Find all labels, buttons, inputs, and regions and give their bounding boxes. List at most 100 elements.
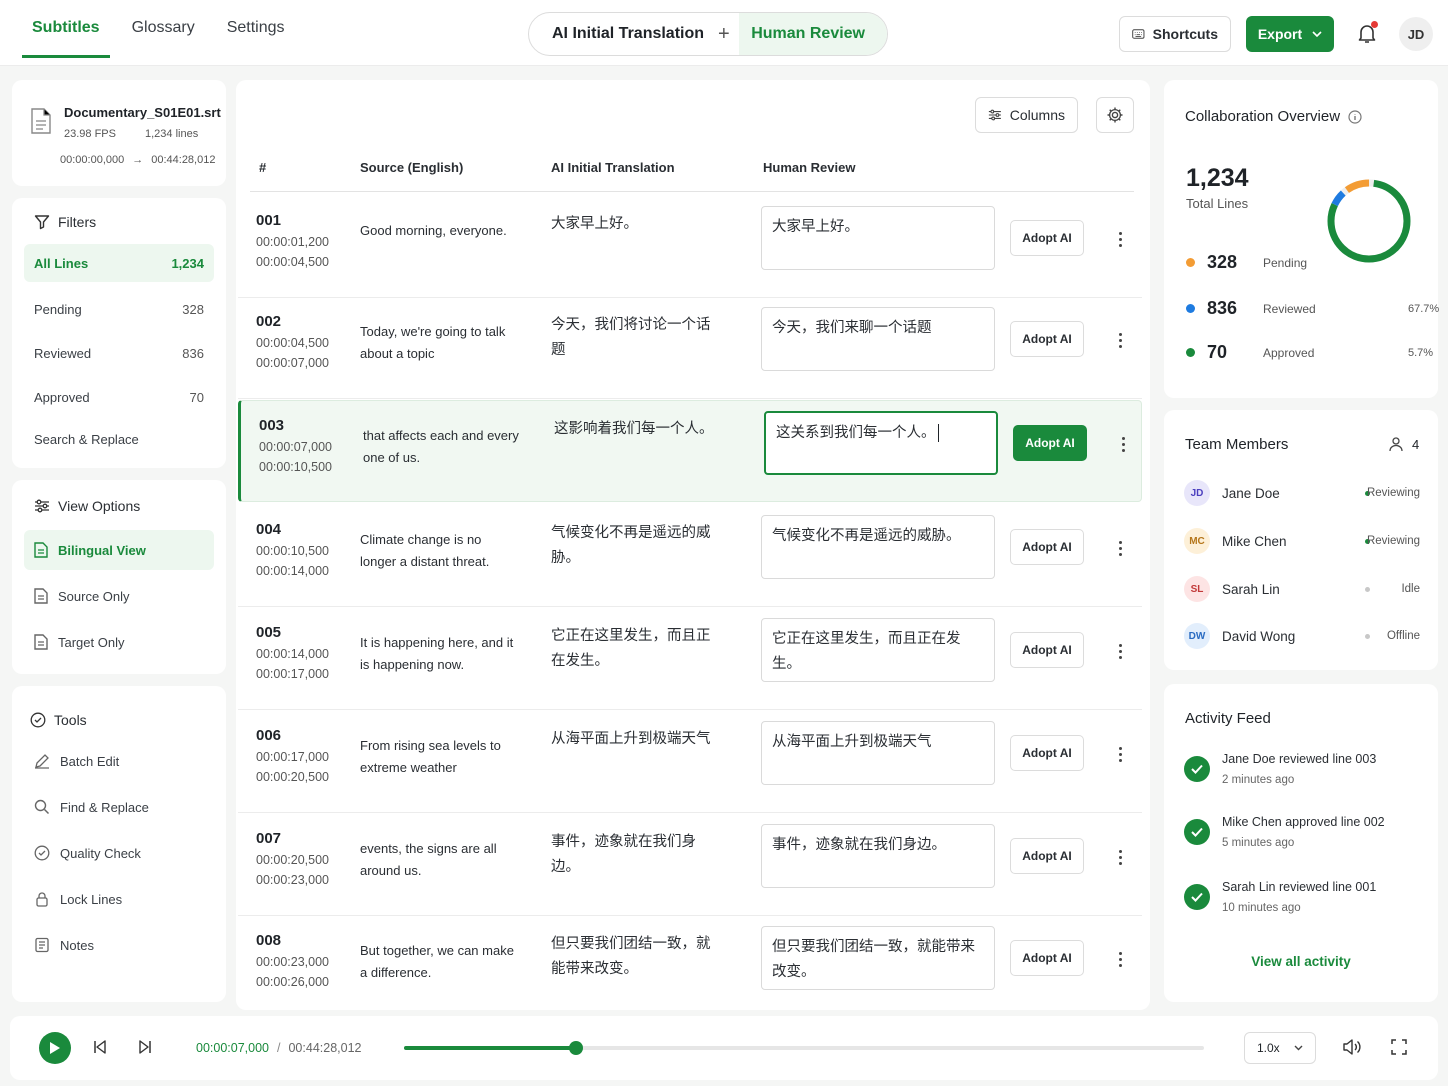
filter-all-lines[interactable]: All Lines 1,234	[24, 244, 214, 282]
overview-header: Collaboration Overview	[1185, 108, 1362, 125]
filter-approved[interactable]: Approved 70	[24, 378, 214, 416]
end-time: 00:00:10,500	[259, 460, 332, 474]
table-settings-button[interactable]	[1096, 97, 1134, 133]
table-row[interactable]: 006 00:00:17,000 00:00:20,500 From rising s…	[238, 711, 1142, 813]
avatar: DW	[1184, 623, 1210, 649]
table-row[interactable]: 007 00:00:20,500 00:00:23,000 events, the s…	[238, 814, 1142, 916]
filter-reviewed[interactable]: Reviewed 836	[24, 334, 214, 372]
human-review-input[interactable]: 今天，我们来聊一个话题	[761, 307, 995, 371]
tool-label: Batch Edit	[60, 753, 120, 769]
human-review-input[interactable]: 大家早上好。	[761, 206, 995, 270]
user-avatar[interactable]: JD	[1399, 17, 1433, 51]
human-review-input[interactable]: 气候变化不再是遥远的威胁。	[761, 515, 995, 579]
human-review-input[interactable]: 这关系到我们每一个人。	[764, 411, 998, 475]
table-row[interactable]: 002 00:00:04,500 00:00:07,000 Today, we're …	[238, 297, 1142, 399]
filter-icon	[34, 215, 50, 230]
more-options-button[interactable]	[1110, 845, 1130, 869]
avatar: MC	[1184, 528, 1210, 554]
current-time: 00:00:07,000	[196, 1041, 269, 1055]
table-row[interactable]: 004 00:00:10,500 00:00:14,000 Climate chang…	[238, 505, 1142, 607]
stat-reviewed: 836 Reviewed 67.7%	[1186, 298, 1439, 319]
ai-translation-text: 这影响着我们每一个人。	[554, 421, 714, 437]
approved-dot	[1186, 348, 1195, 357]
tool-notes[interactable]: Notes	[24, 926, 214, 964]
info-icon[interactable]	[1348, 109, 1362, 124]
tool-find-replace[interactable]: Find & Replace	[24, 788, 214, 826]
more-options-button[interactable]	[1110, 536, 1130, 560]
reviewed-dot	[1186, 304, 1195, 313]
more-options-button[interactable]	[1110, 742, 1130, 766]
human-review-input[interactable]: 事件，迹象就在我们身边。	[761, 824, 995, 888]
member-name: Mike Chen	[1222, 533, 1287, 549]
tab-glossary[interactable]: Glossary	[122, 0, 205, 58]
progress-track[interactable]	[404, 1041, 1204, 1055]
table-row[interactable]: 001 00:00:01,200 00:00:04,500 Good morning,…	[238, 196, 1142, 298]
source-text: events, the signs are all around us.	[360, 841, 497, 878]
progress-handle[interactable]	[569, 1041, 583, 1055]
team-member[interactable]: MC Mike Chen Reviewing	[1184, 526, 1420, 556]
more-options-button[interactable]	[1110, 947, 1130, 971]
team-member[interactable]: SL Sarah Lin Idle	[1184, 574, 1420, 604]
mode-human-review[interactable]: Human Review	[739, 13, 887, 55]
play-button[interactable]	[39, 1032, 71, 1064]
table-row[interactable]: 003 00:00:07,000 00:00:10,500 that affects …	[238, 400, 1142, 502]
previous-button[interactable]	[93, 1040, 107, 1057]
adopt-ai-button[interactable]: Adopt AI	[1010, 220, 1084, 256]
columns-button[interactable]: Columns	[975, 97, 1078, 133]
table-row[interactable]: 008 00:00:23,000 00:00:26,000 But together,…	[238, 916, 1142, 1018]
more-options-button[interactable]	[1110, 227, 1130, 251]
source-text: that affects each and every one of us.	[363, 428, 519, 465]
speed-select[interactable]: 1.0x	[1244, 1032, 1316, 1064]
adopt-ai-button[interactable]: Adopt AI	[1010, 940, 1084, 976]
view-target-only[interactable]: Target Only	[24, 623, 214, 661]
tool-quality-check[interactable]: Quality Check	[24, 834, 214, 872]
adopt-ai-button[interactable]: Adopt AI	[1010, 321, 1084, 357]
team-member[interactable]: JD Jane Doe Reviewing	[1184, 478, 1420, 508]
adopt-ai-button[interactable]: Adopt AI	[1010, 529, 1084, 565]
adopt-ai-button[interactable]: Adopt AI	[1010, 735, 1084, 771]
collaboration-overview-card: Collaboration Overview 1,234 Total Lines…	[1164, 80, 1439, 398]
adopt-ai-button[interactable]: Adopt AI	[1010, 632, 1084, 668]
human-review-input[interactable]: 但只要我们团结一致，就能带来改变。	[761, 926, 995, 990]
status-dot	[1365, 586, 1370, 592]
notification-button[interactable]	[1355, 21, 1379, 45]
tab-settings[interactable]: Settings	[217, 0, 295, 58]
next-button[interactable]	[138, 1040, 152, 1057]
adopt-ai-button[interactable]: Adopt AI	[1013, 425, 1087, 461]
more-vertical-icon	[1118, 758, 1122, 762]
view-source-only[interactable]: Source Only	[24, 577, 214, 615]
human-review-input[interactable]: 它正在这里发生，而且正在发生。	[761, 618, 995, 682]
shortcuts-button[interactable]: Shortcuts	[1119, 16, 1231, 52]
line-number: 004	[256, 521, 282, 538]
volume-button[interactable]	[1342, 1038, 1362, 1059]
view-bilingual[interactable]: Bilingual View	[24, 530, 214, 570]
document-icon	[34, 634, 48, 650]
tools-card: Tools Batch Edit Find & Replace Quality …	[12, 686, 226, 1002]
table-row[interactable]: 005 00:00:14,000 00:00:17,000 It is happeni…	[238, 608, 1142, 710]
adopt-ai-button[interactable]: Adopt AI	[1010, 838, 1084, 874]
mode-ai-initial[interactable]: AI Initial Translation	[529, 13, 716, 55]
avatar: JD	[1184, 480, 1210, 506]
view-all-activity-link[interactable]: View all activity	[1164, 954, 1438, 969]
team-count-value: 4	[1412, 436, 1420, 452]
more-options-button[interactable]	[1113, 432, 1133, 456]
more-options-button[interactable]	[1110, 328, 1130, 352]
tool-batch-edit[interactable]: Batch Edit	[24, 742, 214, 780]
more-options-button[interactable]	[1110, 639, 1130, 663]
more-vertical-icon	[1118, 746, 1122, 750]
tab-subtitles[interactable]: Subtitles	[22, 0, 110, 58]
column-header-ai: AI Initial Translation	[551, 160, 675, 175]
filter-label: Approved	[34, 389, 90, 405]
line-number: 002	[256, 313, 282, 330]
human-review-input[interactable]: 从海平面上升到极端天气	[761, 721, 995, 785]
team-member[interactable]: DW David Wong Offline	[1184, 621, 1420, 651]
notes-icon	[35, 937, 49, 953]
end-time: 00:00:23,000	[256, 873, 329, 887]
tool-lock-lines[interactable]: Lock Lines	[24, 880, 214, 918]
member-status: Offline	[1386, 630, 1420, 642]
filter-search-replace[interactable]: Search & Replace	[24, 420, 214, 458]
team-count: 4	[1388, 436, 1419, 452]
export-button[interactable]: Export	[1246, 16, 1334, 52]
filter-pending[interactable]: Pending 328	[24, 290, 214, 328]
fullscreen-button[interactable]	[1391, 1039, 1407, 1058]
